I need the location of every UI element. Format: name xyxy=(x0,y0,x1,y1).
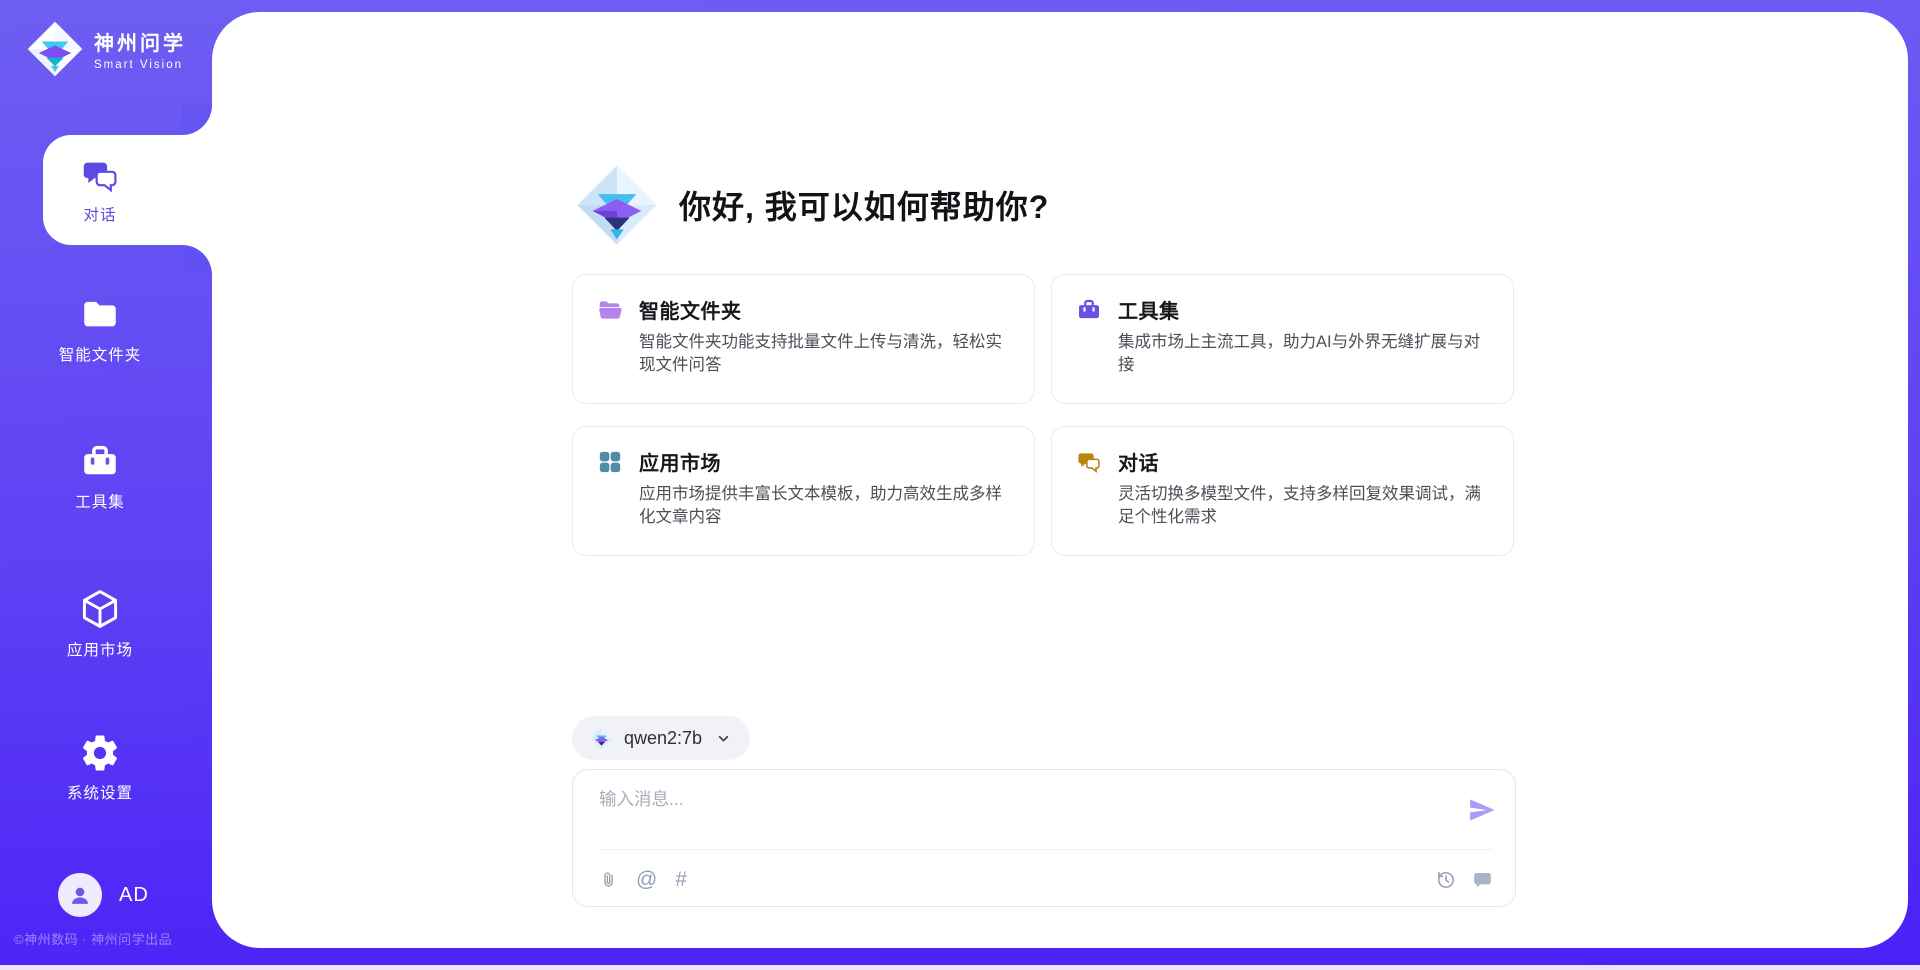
composer-divider xyxy=(599,849,1493,850)
folder-icon xyxy=(79,294,121,336)
greeting-title: 你好, 我可以如何帮助你? xyxy=(679,182,1049,228)
avatar xyxy=(58,873,102,917)
folder-icon xyxy=(597,297,623,323)
sidebar-item-label: 智能文件夹 xyxy=(59,343,142,365)
model-gem-icon xyxy=(590,727,613,750)
sidebar-item-settings[interactable]: 系统设置 xyxy=(0,732,200,803)
model-selector[interactable]: qwen2:7b xyxy=(572,716,750,760)
card-app-market[interactable]: 应用市场 应用市场提供丰富长文本模板，助力高效生成多样化文章内容 xyxy=(572,426,1035,556)
active-tab-curve-top xyxy=(182,105,212,135)
active-tab-curve-bottom xyxy=(182,245,212,275)
brand-gem-icon xyxy=(26,20,84,78)
feature-cards: 智能文件夹 智能文件夹功能支持批量文件上传与清洗，轻松实现文件问答 工具集 集成… xyxy=(572,274,1514,556)
mention-button[interactable]: @ xyxy=(636,870,657,890)
person-icon xyxy=(67,882,93,908)
card-smart-folder[interactable]: 智能文件夹 智能文件夹功能支持批量文件上传与清洗，轻松实现文件问答 xyxy=(572,274,1035,404)
model-name: qwen2:7b xyxy=(624,728,702,749)
sidebar-item-toolset[interactable]: 工具集 xyxy=(0,441,200,512)
sidebar-item-app-market[interactable]: 应用市场 xyxy=(0,587,200,660)
main-panel: 你好, 我可以如何帮助你? 智能文件夹 智能文件夹功能支持批量文件上传与清洗，轻… xyxy=(212,12,1908,948)
sidebar-item-chat[interactable]: 对话 xyxy=(43,135,212,245)
brand-subtitle: Smart Vision xyxy=(94,59,186,71)
card-description: 集成市场上主流工具，助力AI与外界无缝扩展与对接 xyxy=(1118,331,1489,377)
brand-name: 神州问学 xyxy=(94,27,186,56)
brand: 神州问学 Smart Vision xyxy=(26,20,186,78)
chat-bubbles-icon xyxy=(80,156,120,196)
card-description: 灵活切换多模型文件，支持多样回复效果调试，满足个性化需求 xyxy=(1118,483,1489,529)
sidebar-footer-text: ©神州数码 · 神州问学出品 xyxy=(14,929,172,948)
card-title: 应用市场 xyxy=(639,447,721,476)
chat-bubble-icon xyxy=(1472,869,1493,890)
composer-toolbar-right xyxy=(1435,869,1493,890)
chevron-down-icon xyxy=(715,730,732,747)
card-title: 智能文件夹 xyxy=(639,295,742,324)
card-title: 工具集 xyxy=(1118,295,1180,324)
composer: @ # xyxy=(572,769,1516,907)
sidebar-item-label: 对话 xyxy=(83,203,116,225)
history-button[interactable] xyxy=(1435,869,1456,890)
toolbox-icon xyxy=(79,441,121,483)
gear-icon xyxy=(79,732,121,774)
composer-toolbar-left: @ # xyxy=(599,869,687,890)
attach-button[interactable] xyxy=(599,869,618,890)
card-title: 对话 xyxy=(1118,447,1159,476)
send-icon xyxy=(1467,795,1497,825)
toolbox-icon xyxy=(1076,297,1102,323)
user-initials: AD xyxy=(119,884,149,907)
cube-icon xyxy=(78,587,122,631)
card-toolset[interactable]: 工具集 集成市场上主流工具，助力AI与外界无缝扩展与对接 xyxy=(1051,274,1514,404)
sidebar: 神州问学 Smart Vision 对话 智能文件夹 xyxy=(0,0,212,970)
card-description: 应用市场提供丰富长文本模板，助力高效生成多样化文章内容 xyxy=(639,483,1010,529)
message-input[interactable] xyxy=(599,786,1429,840)
card-chat[interactable]: 对话 灵活切换多模型文件，支持多样回复效果调试，满足个性化需求 xyxy=(1051,426,1514,556)
history-icon xyxy=(1435,869,1456,890)
sidebar-item-label: 系统设置 xyxy=(67,781,133,803)
hash-icon: # xyxy=(675,870,687,890)
app-grid-icon xyxy=(597,449,623,475)
horizontal-scrollbar[interactable] xyxy=(0,965,1920,970)
sidebar-item-label: 工具集 xyxy=(75,490,125,512)
topic-button[interactable]: # xyxy=(675,870,687,890)
greeting: 你好, 我可以如何帮助你? xyxy=(575,163,1049,247)
chat-bubbles-icon xyxy=(1076,449,1102,475)
brand-text: 神州问学 Smart Vision xyxy=(94,27,186,71)
sidebar-item-smart-folder[interactable]: 智能文件夹 xyxy=(0,294,200,365)
sidebar-item-label: 应用市场 xyxy=(67,638,133,660)
greeting-gem-icon xyxy=(575,163,659,247)
paperclip-icon xyxy=(599,869,618,890)
send-button[interactable] xyxy=(1465,794,1499,828)
user-profile[interactable]: AD xyxy=(58,873,149,917)
at-sign-icon: @ xyxy=(636,870,657,890)
quick-reply-button[interactable] xyxy=(1472,869,1493,890)
card-description: 智能文件夹功能支持批量文件上传与清洗，轻松实现文件问答 xyxy=(639,331,1010,377)
